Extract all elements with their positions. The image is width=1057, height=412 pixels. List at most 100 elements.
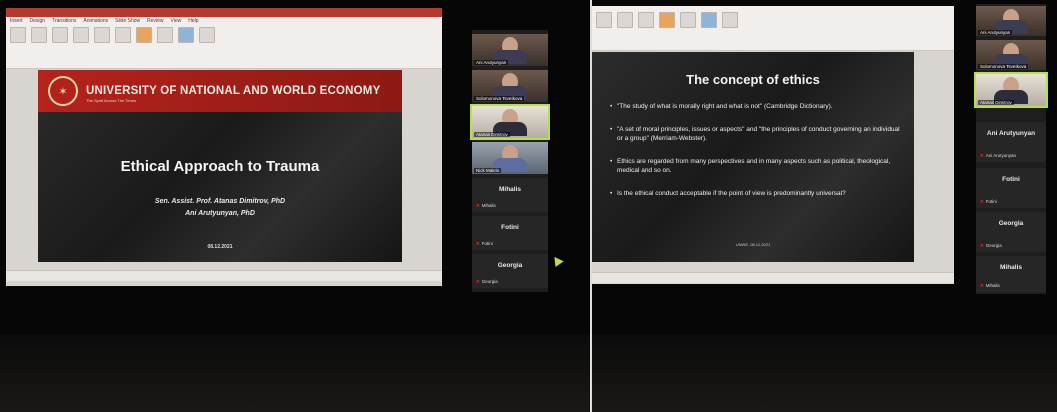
mic-muted-icon: ✕: [476, 279, 480, 284]
paste-button[interactable]: [10, 27, 26, 43]
italic-button[interactable]: [94, 27, 110, 43]
left-monitor: Insert Design Transitions Animations Sli…: [0, 0, 590, 335]
participant-big-name: Georgia: [497, 262, 523, 269]
participant-tile[interactable]: Mihalis ✕ Mihalis: [976, 256, 1046, 292]
university-logo-icon: ✶: [48, 76, 78, 106]
shapes-button[interactable]: [659, 12, 675, 28]
participant-tile-active[interactable]: Atanas Dimitrov: [470, 104, 550, 140]
participant-tile[interactable]: Ani Arutyunyan ✕ Ani Arutyunyan: [976, 122, 1046, 162]
left-powerpoint-window: Insert Design Transitions Animations Sli…: [6, 8, 442, 286]
participant-tile[interactable]: Mihalis ✕ Mihalis: [472, 178, 548, 212]
new-slide-button[interactable]: [31, 27, 47, 43]
bold-button[interactable]: [617, 12, 633, 28]
participant-big-name: Mihalis: [999, 264, 1023, 271]
tab-review[interactable]: Review: [147, 18, 163, 24]
slide-title: The concept of ethics: [686, 72, 820, 87]
slide-author-2: Ani Arutyunyan, PhD: [185, 210, 255, 217]
designer-button[interactable]: [722, 12, 738, 28]
slide-title: Ethical Approach to Trauma: [120, 158, 320, 175]
right-monitor-bezel: [592, 335, 1057, 412]
participant-small-name: ✕ Fotini: [980, 199, 997, 205]
right-photo: The concept of ethics "The study of what…: [592, 0, 1057, 412]
tab-help[interactable]: Help: [188, 18, 198, 24]
mic-muted-icon: ✕: [980, 283, 984, 288]
participant-big-name: Fotini: [1002, 176, 1020, 183]
align-button[interactable]: [115, 27, 131, 43]
participant-big-name: Fotini: [501, 224, 519, 231]
participant-name: Fotini: [985, 199, 997, 204]
right-participants-panel: Ani Arutyunyan Solomonova Tsvetkova Atan…: [974, 4, 1048, 294]
mic-muted-icon: ✕: [980, 199, 984, 204]
left-ribbon-tools: [6, 25, 442, 45]
university-banner: ✶ UNIVERSITY OF NATIONAL AND WORLD ECONO…: [38, 70, 402, 112]
participant-small-name: ✕ Ani Arutyunyan: [980, 153, 1016, 159]
mic-muted-icon: ✕: [476, 241, 480, 246]
left-statusbar: [6, 270, 442, 281]
left-slide: ✶ UNIVERSITY OF NATIONAL AND WORLD ECONO…: [38, 70, 402, 262]
right-monitor: The concept of ethics "The study of what…: [592, 0, 1057, 335]
participant-name: Solomonova Tsvetkova: [978, 64, 1029, 69]
participant-tile[interactable]: Georgia ✕ Georgia: [976, 212, 1046, 252]
bullet-item: "A set of moral principles, issues or as…: [610, 125, 900, 143]
tab-slide-show[interactable]: Slide Show: [115, 18, 140, 24]
participant-name: Nick Makris: [474, 168, 502, 173]
tab-insert[interactable]: Insert: [10, 18, 23, 24]
participant-name: Georgia: [985, 243, 1002, 248]
participant-small-name: ✕ Mihalis: [476, 203, 496, 209]
participant-tile[interactable]: Fotini ✕ Fotini: [472, 216, 548, 250]
university-subtitle: The Spirit Across The Times: [86, 98, 136, 103]
font-button[interactable]: [596, 12, 612, 28]
mic-muted-icon: ✕: [980, 243, 984, 248]
designer-button[interactable]: [199, 27, 215, 43]
bullet-item: Ethics are regarded from many perspectiv…: [610, 157, 900, 175]
participant-name: Atanas Dimitrov: [978, 100, 1014, 105]
left-photo: Insert Design Transitions Animations Sli…: [0, 0, 590, 412]
arrange-button[interactable]: [157, 27, 173, 43]
participant-name: Fotini: [481, 241, 493, 246]
participant-tile[interactable]: Ani Arutyunyan: [976, 6, 1046, 36]
participant-tile[interactable]: Solomonova Tsvetkova: [976, 40, 1046, 70]
left-ribbon: Insert Design Transitions Animations Sli…: [6, 8, 442, 69]
shapes-button[interactable]: [136, 27, 152, 43]
participant-small-name: ✕ Georgia: [476, 279, 498, 285]
tab-view[interactable]: View: [171, 18, 182, 24]
tab-animations[interactable]: Animations: [83, 18, 108, 24]
find-button[interactable]: [178, 27, 194, 43]
mic-muted-icon: ✕: [980, 153, 984, 158]
mic-muted-icon: ✕: [476, 203, 480, 208]
participant-name: Ani Arutyunyan: [474, 60, 509, 65]
participant-tile[interactable]: Solomonova Tsvetkova: [472, 70, 548, 102]
font-button[interactable]: [52, 27, 68, 43]
participant-name: Georgia: [481, 279, 498, 284]
participant-name: Mihalis: [985, 283, 1000, 288]
bold-button[interactable]: [73, 27, 89, 43]
right-slide: The concept of ethics "The study of what…: [592, 52, 914, 262]
slide-bullets: "The study of what is morally right and …: [610, 102, 900, 212]
mouse-cursor-icon: [550, 253, 564, 268]
left-monitor-bezel: [0, 335, 590, 412]
find-button[interactable]: [701, 12, 717, 28]
right-statusbar: [592, 272, 954, 283]
participant-tile[interactable]: Ani Arutyunyan: [472, 34, 548, 66]
left-ribbon-tabs: Insert Design Transitions Animations Sli…: [6, 17, 442, 25]
participant-big-name: Ani Arutyunyan: [986, 130, 1036, 137]
participant-small-name: ✕ Georgia: [980, 243, 1002, 249]
right-powerpoint-window: The concept of ethics "The study of what…: [592, 6, 954, 284]
participant-big-name: Georgia: [998, 220, 1024, 227]
participant-tile[interactable]: Georgia ✕ Georgia: [472, 254, 548, 288]
tab-design[interactable]: Design: [30, 18, 46, 24]
left-participants-panel: Ani Arutyunyan Solomonova Tsvetkova Atan…: [470, 30, 550, 292]
participant-tile[interactable]: Nick Makris: [472, 142, 548, 174]
tab-transitions[interactable]: Transitions: [52, 18, 76, 24]
participant-tile[interactable]: Fotini ✕ Fotini: [976, 168, 1046, 208]
slide-footer-date: UNWE, 08.12.2021: [735, 242, 771, 247]
participant-small-name: ✕ Fotini: [476, 241, 493, 247]
participant-name: Mihalis: [481, 203, 496, 208]
right-ribbon: [592, 6, 954, 51]
align-button[interactable]: [638, 12, 654, 28]
participant-tile-active[interactable]: Atanas Dimitrov: [974, 72, 1048, 108]
participant-small-name: ✕ Mihalis: [980, 283, 1000, 289]
right-ribbon-tools: [592, 6, 954, 30]
arrange-button[interactable]: [680, 12, 696, 28]
bullet-item: "The study of what is morally right and …: [610, 102, 900, 111]
